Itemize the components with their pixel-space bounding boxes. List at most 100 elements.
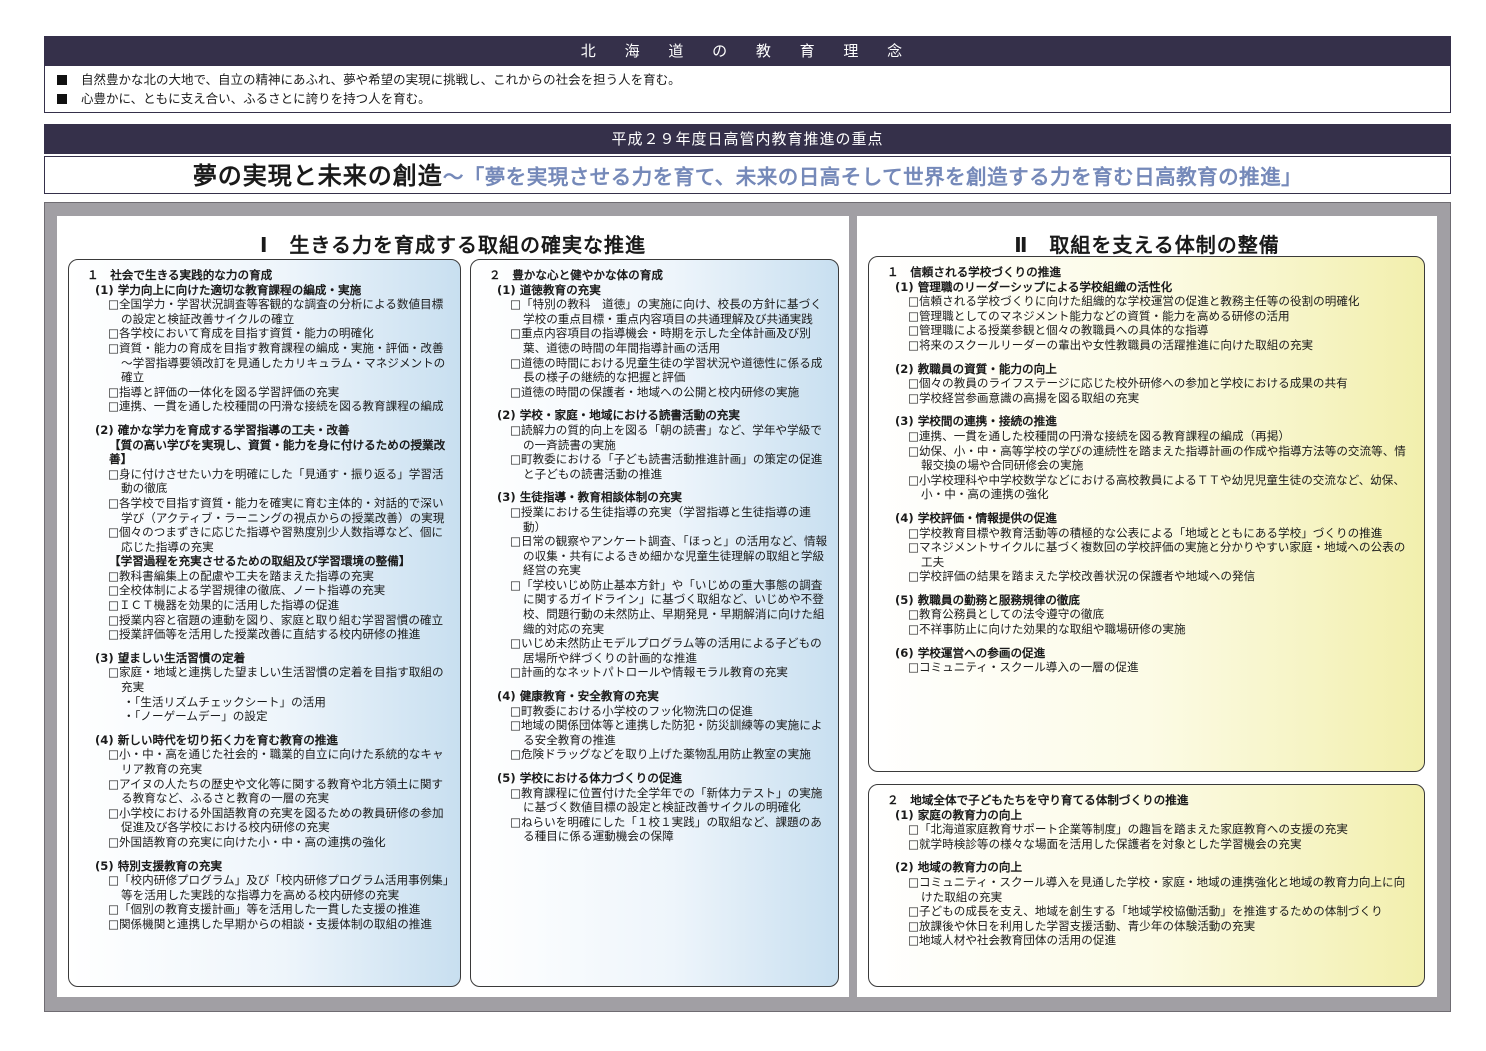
subsection: (5) 教職員の勤務と服務規律の徹底 □教育公務員としての法令遵守の徹底 □不祥事防… [883,593,1414,637]
list-item: □就学時検診等の様々な場面を活用した保護者を対象とした学習機会の充実 [908,836,1302,851]
list-item: □教育課程に位置付けた全学年での「新体力テスト」の実施に基づく数値目標の設定と検… [510,785,823,815]
list-item: □身に付けさせたい力を明確にした「見通す・振り返る」学習活動の徹底 [108,466,444,496]
subsection: (1) 道徳教育の充実 □「特別の教科 道徳」の実施に向け、校長の方針に基づく学校… [485,283,828,400]
subsection-title: (5) 特別支援教育の充実 [95,858,223,873]
list-item: □いじめ未然防止モデルプログラム等の活用による子どもの居場所や絆づくりの計画的な… [510,636,822,665]
subsection-title: (3) 望ましい生活習慣の定着 [95,650,246,665]
subsection-title: (2) 学校・家庭・地域における読書活動の充実 [497,408,740,423]
subsection: (6) 学校運営への参画の促進 □コミュニティ・スクール導入の一層の促進 [883,646,1414,675]
pillar-2-heading: Ⅱ 取組を支える体制の整備 [1014,233,1280,257]
list-item: □学校教育目標や教育活動等の積極的な公表による「地域とともにある学校」づくりの推… [908,525,1383,540]
subsection: (5) 学校における体力づくりの促進 □教育課程に位置付けた全学年での「新体力テス… [485,771,828,844]
subsection-title: (6) 学校運営への参画の促進 [895,645,1046,660]
subsection-title: (4) 健康教育・安全教育の充実 [497,689,659,704]
section-title: ２ 地域全体で子どもたちを守り育てる体制づくりの推進 [887,793,1189,807]
list-item: □外国語教育の充実に向けた小・中・高の連携の強化 [108,834,386,849]
subsection-title: (1) 管理職のリーダーシップによる学校組織の活性化 [895,279,1173,294]
list-item: □地域人材や社会教育団体の活用の促進 [908,933,1117,948]
list-item: □授業評価等を活用した授業改善に直結する校内研修の推進 [108,627,421,642]
pillar-1-heading: Ⅰ 生きる力を育成する取組の確実な推進 [259,233,647,257]
subsection-title: (4) 学校評価・情報提供の促進 [895,510,1057,525]
section-body: (1) 道徳教育の充実 □「特別の教科 道徳」の実施に向け、校長の方針に基づく学校… [485,283,828,844]
list-item: □子どもの成長を支え、地域を創生する「地域学校協働活動」を推進するための体制づく… [908,904,1383,919]
card-trusted-schools: １ 信頼される学校づくりの推進 (1) 管理職のリーダーシップによる学校組織の活性… [868,256,1425,772]
list-item: □個々のつまずきに応じた指導や習熟度別少人数指導など、個に応じた指導の充実 [108,525,444,554]
list-item: □幼保、小・中・高等学校の学びの連続性を踏まえた指導計画の作成や指導方法等の交流… [908,443,1406,473]
subsection: (2) 教職員の資質・能力の向上 □個々の教員のライフステージに応じた校外研修への… [883,362,1414,406]
list-item: □「特別の教科 道徳」の実施に向け、校長の方針に基づく学校の重点目標・重点内容項… [510,297,822,326]
list-item: □コミュニティ・スクール導入を見通した学校・家庭・地域の連携強化と地域の教育力向… [908,874,1406,904]
list-item: □信頼される学校づくりに向けた組織的な学校運営の促進と教務主任等の役割の明確化 [908,294,1360,309]
subsection: (4) 学校評価・情報提供の促進 □学校教育目標や教育活動等の積極的な公表による「… [883,511,1414,584]
subsection: (1) 家庭の教育力の向上 □「北海道家庭教育サポート企業等制度」の趣旨を踏まえた… [883,808,1414,852]
philosophy-line-text: 心豊かに、ともに支え合い、ふるさとに誇りを持つ人を育む。 [81,91,431,106]
card-community-system: ２ 地域全体で子どもたちを守り育てる体制づくりの推進 (1) 家庭の教育力の向上 □… [868,784,1425,987]
subsection-title: (2) 地域の教育力の向上 [895,860,1023,875]
dot-item: ・「生活リズムチェックシート」の活用 [123,694,326,709]
subsection-title: (1) 道徳教育の充実 [497,282,601,297]
list-item: □全校体制による学習規律の徹底、ノート指導の充実 [108,583,386,598]
subsection: (2) 地域の教育力の向上 □コミュニティ・スクール導入を見通した学校・家庭・地域… [883,860,1414,948]
main-theme: 夢の実現と未来の創造～「夢を実現させる力を育て、未来の日高そして世界を創造する力… [44,156,1451,194]
list-item: □連携、一貫を通した校種間の円滑な接続を図る教育課程の編成（再掲） [908,428,1290,443]
list-item: □「個別の教育支援計画」等を活用した一貫した支援の推進 [108,902,421,917]
subsection-title: (5) 教職員の勤務と服務規律の徹底 [895,592,1081,607]
theme-sub: ～「夢を実現させる力を育て、未来の日高そして世界を創造する力を育む日高教育の推進… [442,165,1303,189]
subsection-title: (1) 家庭の教育力の向上 [895,807,1023,822]
list-item: □将来のスクールリーダーの輩出や女性教職員の活躍推進に向けた取組の充実 [908,337,1314,352]
section-title: ２ 豊かな心と健やかな体の育成 [489,268,663,282]
list-item: □管理職による授業参観と個々の教職員への具体的な指導 [908,323,1209,338]
list-item: □指導と評価の一体化を図る学習評価の充実 [108,384,340,399]
list-item: □「校内研修プログラム」及び「校内研修プログラム活用事例集」等を活用した実践的な… [108,873,449,902]
subsection: (1) 管理職のリーダーシップによる学校組織の活性化 □信頼される学校づくりに向け… [883,280,1414,353]
subsection: (3) 生徒指導・教育相談体制の充実 □授業における生徒指導の充実（学習指導と生徒… [485,490,828,680]
list-item: □日常の観察やアンケート調査、「ほっと」の活用など、情報の収集・共有によるきめ細… [510,534,828,578]
list-item: □管理職としてのマネジメント能力などの資質・能力を高める研修の活用 [908,308,1290,323]
section-body: (1) 学力向上に向けた適切な教育課程の編成・実施 □全国学力・学習状況調査等客観… [83,283,450,932]
subsection: (4) 健康教育・安全教育の充実 □町教委における小学校のフッ化物洗口の促進 □地域… [485,689,828,762]
subsection: (2) 学校・家庭・地域における読書活動の充実 □読解力の質的向上を図る「朝の読書… [485,408,828,481]
list-item: □家庭・地域と連携した望ましい生活習慣の定着を目指す取組の充実 [108,665,444,695]
list-item: □マネジメントサイクルに基づく複数回の学校評価の実施と分かりやすい家庭・地域への… [908,540,1406,569]
list-item: □アイヌの人たちの歴史や文化等に関する教育や北方領土に関する教育など、ふるさと教… [108,776,444,806]
list-item: □道徳の時間の保護者・地域への公開と校内研修の実施 [510,384,800,399]
philosophy-box: 自然豊かな北の大地で、自立の精神にあふれ、夢や希望の実現に挑戦し、これからの社会… [44,66,1451,113]
list-item: □授業における生徒指導の充実（学習指導と生徒指導の連動） [510,504,811,534]
theme-main: 夢の実現と未来の創造 [192,162,443,190]
subsection-title: (1) 学力向上に向けた適切な教育課程の編成・実施 [95,282,362,297]
section-title: １ 社会で生きる実践的な力の育成 [87,268,273,282]
list-item: □小学校における外国語教育の充実を図るための教員研修の参加促進及び各学校における… [108,805,444,835]
subsection-title: (5) 学校における体力づくりの促進 [497,771,683,785]
list-item: □学校経営参画意識の高揚を図る取組の充実 [908,390,1140,405]
list-item: □各学校において育成を目指す資質・能力の明確化 [108,326,374,341]
list-item: □全国学力・学習状況調査等客観的な調査の分析による数値目標の設定と検証改善サイク… [108,297,444,326]
list-item: □危険ドラッグなどを取り上げた薬物乱用防止教室の実施 [510,747,811,762]
card-practical-skills: １ 社会で生きる実践的な力の育成 (1) 学力向上に向けた適切な教育課程の編成・実… [68,259,461,987]
list-item: □地域の関係団体等と連携した防犯・防災訓練等の実施による安全教育の推進 [510,718,823,747]
card-mind-and-body: ２ 豊かな心と健やかな体の育成 (1) 道徳教育の充実 □「特別の教科 道徳」の実施… [470,259,839,987]
list-item: □放課後や休日を利用した学習支援活動、青少年の体験活動の充実 [908,918,1256,933]
bracket-note: 【質の高い学びを実現し、資質・能力を身に付けるための授業改善】 [109,437,446,467]
subsection: (3) 学校間の連携・接続の推進 □連携、一貫を通した校種間の円滑な接続を図る教育… [883,414,1414,502]
section-body: (1) 家庭の教育力の向上 □「北海道家庭教育サポート企業等制度」の趣旨を踏まえた… [883,808,1414,948]
section-body: (1) 管理職のリーダーシップによる学校組織の活性化 □信頼される学校づくりに向け… [883,280,1414,675]
list-item: □資質・能力の育成を目指す教育課程の編成・実施・評価・改善～学習指導要領改訂を見… [108,340,446,385]
list-item: □各学校で目指す資質・能力を確実に育む主体的・対話的で深い学び（アクティブ・ラー… [108,495,445,525]
subsection-title: (4) 新しい時代を切り拓く力を育む教育の推進 [95,732,338,747]
list-item: □ＩＣＴ機器を効果的に活用した指導の促進 [108,598,340,613]
subsection: (4) 新しい時代を切り拓く力を育む教育の推進 □小・中・高を通じた社会的・職業的… [83,733,450,850]
subsection-title: (2) 確かな学力を育成する学習指導の工夫・改善 [95,422,350,437]
list-item: □計画的なネットパトロールや情報モラル教育の充実 [510,665,788,680]
bracket-note: 【学習過程を充実させるための取組及び学習環境の整備】 [109,554,411,569]
list-item: □読解力の質的向上を図る「朝の読書」など、学年や学級での一斉読書の実施 [510,422,822,452]
list-item: □重点内容項目の指導機会・時期を示した全体計画及び別葉、道徳の時間の年間指導計画… [510,326,811,355]
subsection: (2) 確かな学力を育成する学習指導の工夫・改善 【質の高い学びを実現し、資質・能… [83,423,450,642]
list-item: □道徳の時間における児童生徒の学習状況や道徳性に係る成長の様子の継続的な把握と評… [510,355,823,385]
list-item: □コミュニティ・スクール導入の一層の促進 [908,660,1139,675]
philosophy-line: 心豊かに、ともに支え合い、ふるさとに誇りを持つ人を育む。 [57,89,1438,108]
list-item: □町教委における「子ども読書活動推進計画」の策定の促進と子どもの読書活動の推進 [510,452,823,481]
dot-item: ・「ノーゲームデー」の設定 [123,709,268,724]
list-item: □関係機関と連携した早期からの相談・支援体制の取組の推進 [108,916,432,931]
subsection: (3) 望ましい生活習慣の定着 □家庭・地域と連携した望ましい生活習慣の定着を目指… [83,651,450,724]
list-item: □「北海道家庭教育サポート企業等制度」の趣旨を踏まえた家庭教育への支援の充実 [908,822,1348,837]
